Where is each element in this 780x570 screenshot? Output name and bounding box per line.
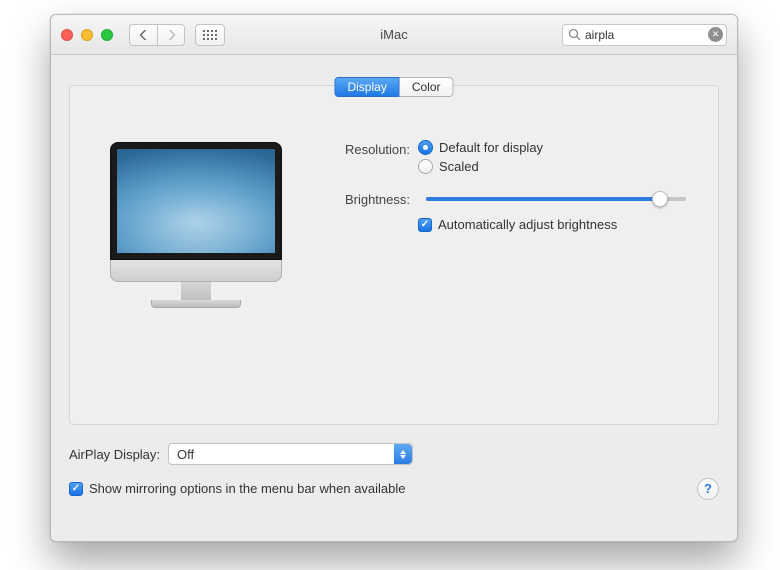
radio-icon xyxy=(418,159,433,174)
imac-illustration xyxy=(110,142,282,308)
window-title: iMac xyxy=(380,27,407,42)
minimize-button[interactable] xyxy=(81,29,93,41)
tab-display[interactable]: Display xyxy=(334,77,399,97)
auto-brightness-checkbox[interactable]: Automatically adjust brightness xyxy=(418,217,617,232)
airplay-select[interactable]: Off xyxy=(168,443,413,465)
close-button[interactable] xyxy=(61,29,73,41)
brightness-label: Brightness: xyxy=(330,190,410,207)
content-area: Display Color Resolution: Default for di… xyxy=(51,55,737,541)
checkbox-icon xyxy=(418,218,432,232)
nav-back-forward xyxy=(129,24,185,46)
settings-column: Resolution: Default for display Scaled xyxy=(330,140,698,238)
resolution-default-radio[interactable]: Default for display xyxy=(418,140,543,155)
search-icon xyxy=(568,28,581,41)
brightness-slider[interactable] xyxy=(426,191,686,207)
grid-icon xyxy=(203,30,217,40)
help-button[interactable]: ? xyxy=(697,478,719,500)
airplay-label: AirPlay Display: xyxy=(69,447,160,462)
traffic-lights xyxy=(61,29,113,41)
main-panel: Resolution: Default for display Scaled xyxy=(69,85,719,425)
chevron-left-icon xyxy=(139,30,148,40)
mirroring-checkbox[interactable]: Show mirroring options in the menu bar w… xyxy=(69,481,406,496)
radio-label: Scaled xyxy=(439,159,479,174)
prefs-window: iMac Display Color Resolution: xyxy=(50,14,738,542)
clear-search-button[interactable] xyxy=(708,27,723,42)
slider-knob[interactable] xyxy=(652,191,668,207)
back-button[interactable] xyxy=(129,24,157,46)
chevron-right-icon xyxy=(167,30,176,40)
tab-color[interactable]: Color xyxy=(400,77,454,97)
select-arrows-icon xyxy=(394,444,412,464)
resolution-label: Resolution: xyxy=(330,140,410,157)
zoom-button[interactable] xyxy=(101,29,113,41)
search-input[interactable] xyxy=(562,24,727,46)
forward-button[interactable] xyxy=(157,24,185,46)
titlebar: iMac xyxy=(51,15,737,55)
search-wrap xyxy=(562,24,727,46)
checkbox-icon xyxy=(69,482,83,496)
show-all-button[interactable] xyxy=(195,24,225,46)
resolution-scaled-radio[interactable]: Scaled xyxy=(418,159,543,174)
checkbox-label: Automatically adjust brightness xyxy=(438,217,617,232)
radio-icon xyxy=(418,140,433,155)
bottom-controls: AirPlay Display: Off Show mirroring opti… xyxy=(69,443,719,496)
tab-bar: Display Color xyxy=(334,77,453,97)
radio-label: Default for display xyxy=(439,140,543,155)
checkbox-label: Show mirroring options in the menu bar w… xyxy=(89,481,406,496)
airplay-value: Off xyxy=(177,447,194,462)
